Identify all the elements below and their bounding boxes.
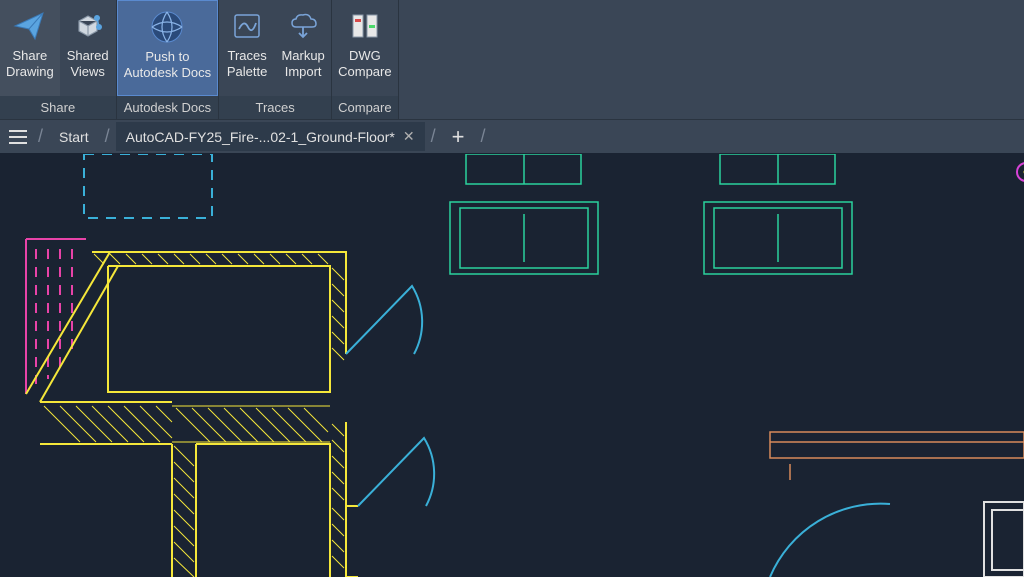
close-icon[interactable]: ✕ [403, 128, 415, 145]
trace-squiggle-icon [229, 8, 265, 44]
panel-title: Share [0, 96, 116, 119]
label: Shared [67, 48, 109, 64]
label: Autodesk Docs [124, 65, 211, 81]
panel-title: Autodesk Docs [117, 96, 218, 119]
ribbon-panel-share: Share Drawing Shared Views Share [0, 0, 117, 119]
label: Drawing [6, 64, 54, 80]
drawing-canvas[interactable] [0, 154, 1024, 577]
menu-button[interactable] [4, 123, 32, 151]
label: Share [12, 48, 47, 64]
tab-label: Start [59, 129, 89, 145]
tab-label: AutoCAD-FY25_Fire-...02-1_Ground-Floor* [126, 129, 395, 145]
tab-separator: / [431, 126, 436, 147]
push-to-docs-button[interactable]: Push to Autodesk Docs [117, 0, 218, 96]
compare-docs-icon [347, 8, 383, 44]
globe-icon [149, 9, 185, 45]
document-tabbar: / Start / AutoCAD-FY25_Fire-...02-1_Grou… [0, 120, 1024, 154]
dwg-compare-button[interactable]: DWG Compare [332, 0, 397, 96]
ribbon: Share Drawing Shared Views Share Push to… [0, 0, 1024, 120]
label: DWG [349, 48, 381, 64]
label: Import [285, 64, 322, 80]
shared-views-button[interactable]: Shared Views [60, 0, 116, 96]
traces-palette-button[interactable]: Traces Palette [219, 0, 275, 96]
tab-separator: / [105, 126, 110, 147]
panel-title: Compare [332, 96, 397, 119]
label: Compare [338, 64, 391, 80]
drawing [0, 154, 1024, 577]
ribbon-panel-compare: DWG Compare Compare [332, 0, 398, 119]
tab-start[interactable]: Start [49, 123, 99, 151]
tab-separator: / [480, 126, 485, 147]
label: Traces [228, 48, 267, 64]
ribbon-panel-docs: Push to Autodesk Docs Autodesk Docs [117, 0, 219, 119]
tab-active-document[interactable]: AutoCAD-FY25_Fire-...02-1_Ground-Floor* … [116, 122, 425, 151]
label: Palette [227, 64, 267, 80]
ribbon-panel-traces: Traces Palette Markup Import Traces [219, 0, 332, 119]
markup-import-button[interactable]: Markup Import [275, 0, 331, 96]
cloud-import-icon [285, 8, 321, 44]
cube-share-icon [70, 8, 106, 44]
label: Push to [145, 49, 189, 65]
tab-separator: / [38, 126, 43, 147]
new-tab-button[interactable]: + [442, 124, 475, 150]
label: Views [70, 64, 104, 80]
paper-plane-icon [12, 8, 48, 44]
share-drawing-button[interactable]: Share Drawing [0, 0, 60, 96]
panel-title: Traces [219, 96, 331, 119]
label: Markup [281, 48, 324, 64]
